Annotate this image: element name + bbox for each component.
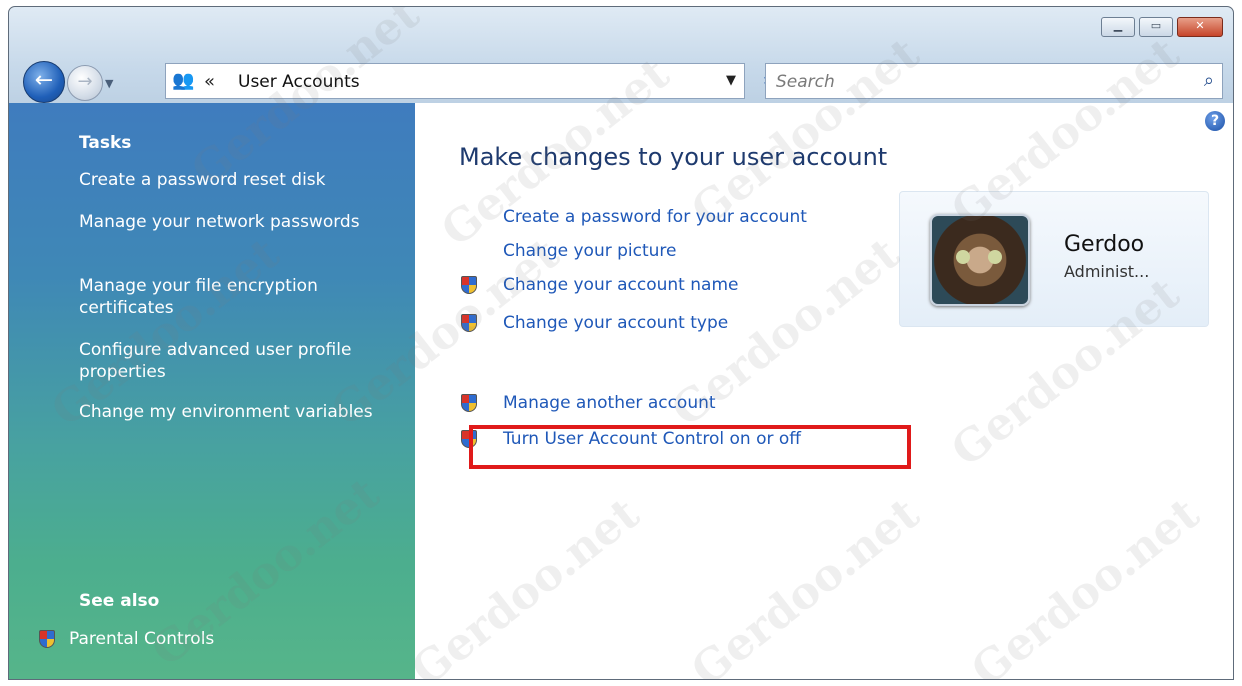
forward-button[interactable]: → (67, 65, 103, 101)
maximize-button[interactable]: ▭ (1139, 17, 1173, 37)
user-role: Administ... (1064, 262, 1150, 281)
link-manage-another-account[interactable]: Manage another account (461, 393, 716, 413)
minimize-icon: ▁ (1113, 19, 1123, 32)
search-field[interactable]: Search ⌕ (765, 63, 1223, 99)
help-icon[interactable]: ? (1205, 111, 1225, 131)
avatar-eye (988, 250, 1002, 264)
shield-icon (39, 630, 55, 648)
link-change-account-type-label[interactable]: Change your account type (503, 313, 728, 333)
shield-icon (461, 394, 477, 412)
link-create-password[interactable]: Create a password for your account (503, 207, 807, 227)
shield-icon (461, 314, 477, 332)
shield-icon (461, 276, 477, 294)
address-bar[interactable]: 👥 « User Accounts ▼ (165, 63, 745, 99)
tasks-heading: Tasks (79, 133, 132, 153)
link-manage-another-account-label[interactable]: Manage another account (503, 393, 716, 413)
back-button[interactable]: ← (23, 61, 65, 103)
minimize-button[interactable]: ▁ (1101, 17, 1135, 37)
close-icon: ✕ (1195, 19, 1205, 32)
forward-arrow-icon: → (77, 71, 93, 92)
navigation-bar: ← → ▼ 👥 « User Accounts ▼ ⇆ Search ⌕ (9, 47, 1233, 103)
user-name: Gerdoo (1064, 232, 1145, 257)
user-accounts-icon: 👥 (172, 70, 195, 91)
address-path[interactable]: User Accounts (238, 72, 360, 92)
task-manage-file-encryption[interactable]: Manage your file encryption certificates (79, 275, 399, 319)
task-environment-variables[interactable]: Change my environment variables (79, 401, 399, 423)
link-change-account-type[interactable]: Change your account type (461, 313, 728, 333)
close-button[interactable]: ✕ (1177, 17, 1223, 37)
avatar-eye (956, 250, 970, 264)
search-icon[interactable]: ⌕ (1204, 70, 1214, 91)
link-change-account-name-label[interactable]: Change your account name (503, 275, 738, 295)
title-bar: ▁ ▭ ✕ (9, 7, 1233, 47)
history-dropdown-icon[interactable]: ▼ (105, 77, 113, 90)
task-advanced-profile-properties[interactable]: Configure advanced user profile properti… (79, 339, 399, 383)
explorer-window: ▁ ▭ ✕ ← → ▼ 👥 « User Accounts ▼ ⇆ Search… (8, 6, 1234, 680)
address-dropdown-icon[interactable]: ▼ (726, 73, 736, 88)
task-pane: Tasks Create a password reset disk Manag… (9, 103, 415, 679)
task-create-password-reset-disk[interactable]: Create a password reset disk (79, 169, 399, 191)
link-change-picture[interactable]: Change your picture (503, 241, 677, 261)
maximize-icon: ▭ (1150, 19, 1162, 32)
task-manage-network-passwords[interactable]: Manage your network passwords (79, 211, 399, 233)
see-also-heading: See also (79, 591, 160, 611)
main-content: ? Make changes to your user account Crea… (415, 103, 1233, 679)
window-controls: ▁ ▭ ✕ (1101, 17, 1223, 37)
breadcrumb-overflow-icon[interactable]: « (204, 71, 215, 92)
page-title: Make changes to your user account (459, 143, 888, 171)
avatar[interactable] (930, 214, 1030, 306)
link-change-account-name[interactable]: Change your account name (461, 275, 738, 295)
highlight-box (469, 425, 911, 469)
parental-controls-link[interactable]: Parental Controls (39, 629, 214, 649)
back-arrow-icon: ← (34, 68, 54, 93)
user-card: Gerdoo Administ... (899, 191, 1209, 327)
parental-controls-label[interactable]: Parental Controls (69, 629, 214, 649)
search-placeholder[interactable]: Search (776, 72, 835, 92)
